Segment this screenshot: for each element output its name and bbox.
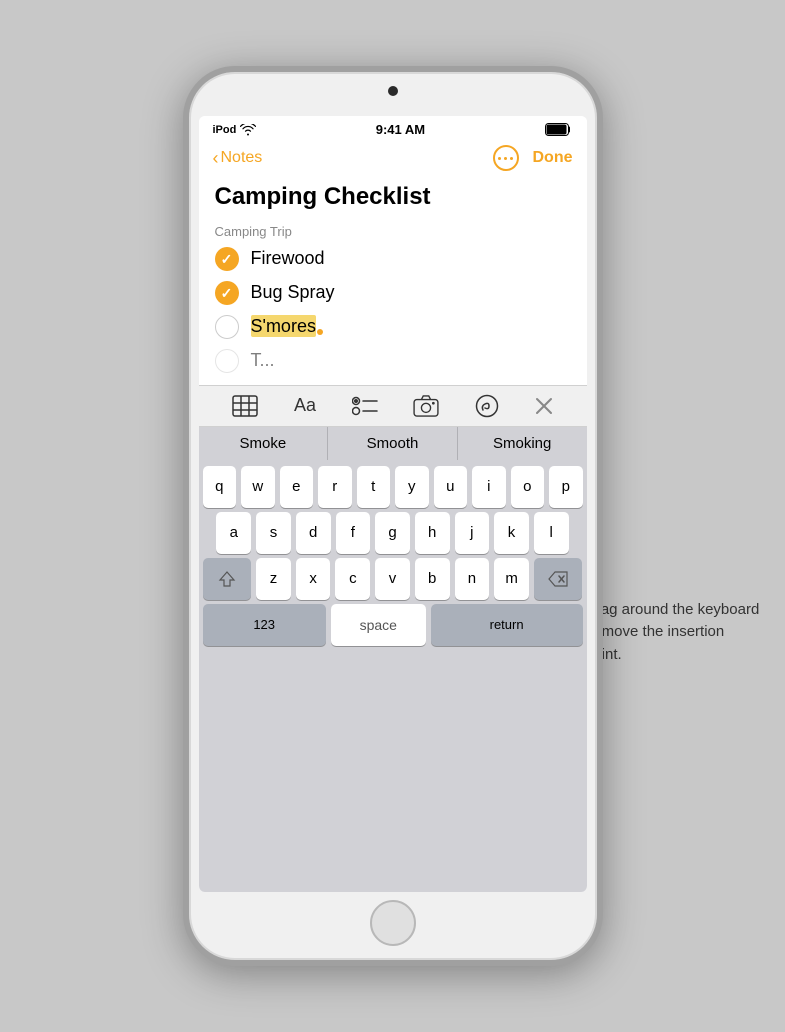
section-label: Camping Trip	[215, 224, 571, 239]
checklist-item-smores[interactable]: S'mores	[215, 315, 571, 339]
format-text-button[interactable]: Aa	[294, 395, 316, 416]
nav-actions: Done	[493, 145, 573, 171]
checklist-icon	[352, 395, 378, 417]
battery-icon	[545, 123, 573, 136]
autocorrect-smooth[interactable]: Smooth	[328, 427, 458, 460]
back-button[interactable]: ‹ Notes	[213, 149, 263, 167]
key-n[interactable]: n	[455, 558, 490, 600]
key-y[interactable]: y	[395, 466, 429, 508]
key-z[interactable]: z	[256, 558, 291, 600]
back-chevron-icon: ‹	[213, 149, 219, 167]
status-left: iPod	[213, 124, 257, 136]
autocorrect-bar: Smoke Smooth Smoking	[199, 427, 587, 460]
note-content: Camping Checklist Camping Trip ✓ Firewoo…	[199, 179, 587, 385]
checklist-item-firewood[interactable]: ✓ Firewood	[215, 247, 571, 271]
item-text-firewood: Firewood	[251, 248, 325, 269]
key-o[interactable]: o	[511, 466, 545, 508]
key-a[interactable]: a	[216, 512, 251, 554]
status-bar: iPod 9:41 AM	[199, 116, 587, 141]
checkbox-partial	[215, 349, 239, 373]
key-e[interactable]: e	[280, 466, 314, 508]
key-j[interactable]: j	[455, 512, 490, 554]
carrier-label: iPod	[213, 124, 237, 136]
shift-icon	[218, 570, 236, 588]
item-text-smores: S'mores	[251, 316, 323, 337]
key-c[interactable]: c	[335, 558, 370, 600]
annotation-text: Drag around the keyboard to move the ins…	[585, 599, 765, 667]
keyboard[interactable]: q w e r t y u i o p a s d f g	[199, 460, 587, 892]
keyboard-row-3: z x c v b n m	[203, 558, 583, 600]
key-t[interactable]: t	[357, 466, 391, 508]
key-p[interactable]: p	[549, 466, 583, 508]
device: iPod 9:41 AM	[183, 66, 603, 966]
more-dots-icon	[498, 157, 513, 160]
key-f[interactable]: f	[336, 512, 371, 554]
close-toolbar-button[interactable]	[535, 397, 553, 415]
more-button[interactable]	[493, 145, 519, 171]
nav-bar: ‹ Notes Done	[199, 141, 587, 179]
camera-dot	[388, 86, 398, 96]
checkbox-bugspray[interactable]: ✓	[215, 281, 239, 305]
autocorrect-smoke[interactable]: Smoke	[199, 427, 329, 460]
back-label: Notes	[221, 149, 263, 167]
item-text-bugspray: Bug Spray	[251, 282, 335, 303]
key-numbers[interactable]: 123	[203, 604, 326, 646]
key-b[interactable]: b	[415, 558, 450, 600]
time-label: 9:41 AM	[376, 122, 425, 137]
checklist-item-partial: T...	[215, 349, 571, 373]
formatting-toolbar: Aa	[199, 385, 587, 427]
key-w[interactable]: w	[241, 466, 275, 508]
done-button[interactable]: Done	[533, 149, 573, 167]
item-text-partial: T...	[251, 350, 275, 371]
keyboard-row-1: q w e r t y u i o p	[203, 466, 583, 508]
key-k[interactable]: k	[494, 512, 529, 554]
delete-icon	[548, 571, 568, 587]
key-u[interactable]: u	[434, 466, 468, 508]
key-return[interactable]: return	[431, 604, 583, 646]
camera-icon	[413, 395, 439, 417]
selected-text: S'mores	[251, 315, 316, 337]
checkbox-smores[interactable]	[215, 315, 239, 339]
markup-button[interactable]	[475, 394, 499, 418]
key-s[interactable]: s	[256, 512, 291, 554]
cursor-dot	[317, 329, 323, 335]
wifi-icon	[240, 124, 256, 136]
key-space[interactable]: space	[331, 604, 426, 646]
checkbox-firewood[interactable]: ✓	[215, 247, 239, 271]
note-title: Camping Checklist	[215, 183, 571, 212]
key-m[interactable]: m	[494, 558, 529, 600]
key-shift[interactable]	[203, 558, 252, 600]
markup-icon	[475, 394, 499, 418]
format-text-icon: Aa	[294, 395, 316, 416]
key-g[interactable]: g	[375, 512, 410, 554]
key-h[interactable]: h	[415, 512, 450, 554]
key-q[interactable]: q	[203, 466, 237, 508]
device-wrapper: Drag around the keyboard to move the ins…	[0, 0, 785, 1032]
checklist-button[interactable]	[352, 395, 378, 417]
keyboard-row-2: a s d f g h j k l	[203, 512, 583, 554]
home-button[interactable]	[370, 900, 416, 946]
checklist-item-bugspray[interactable]: ✓ Bug Spray	[215, 281, 571, 305]
key-delete[interactable]	[534, 558, 583, 600]
table-button[interactable]	[232, 395, 258, 417]
close-icon	[535, 397, 553, 415]
key-i[interactable]: i	[472, 466, 506, 508]
key-v[interactable]: v	[375, 558, 410, 600]
status-right	[545, 123, 573, 136]
key-l[interactable]: l	[534, 512, 569, 554]
autocorrect-smoking[interactable]: Smoking	[458, 427, 587, 460]
key-d[interactable]: d	[296, 512, 331, 554]
checkmark-icon: ✓	[221, 286, 233, 300]
key-r[interactable]: r	[318, 466, 352, 508]
key-x[interactable]: x	[296, 558, 331, 600]
checkmark-icon: ✓	[221, 252, 233, 266]
screen: iPod 9:41 AM	[199, 116, 587, 892]
table-icon	[232, 395, 258, 417]
camera-button[interactable]	[413, 395, 439, 417]
keyboard-row-4: 123 space return	[203, 604, 583, 646]
